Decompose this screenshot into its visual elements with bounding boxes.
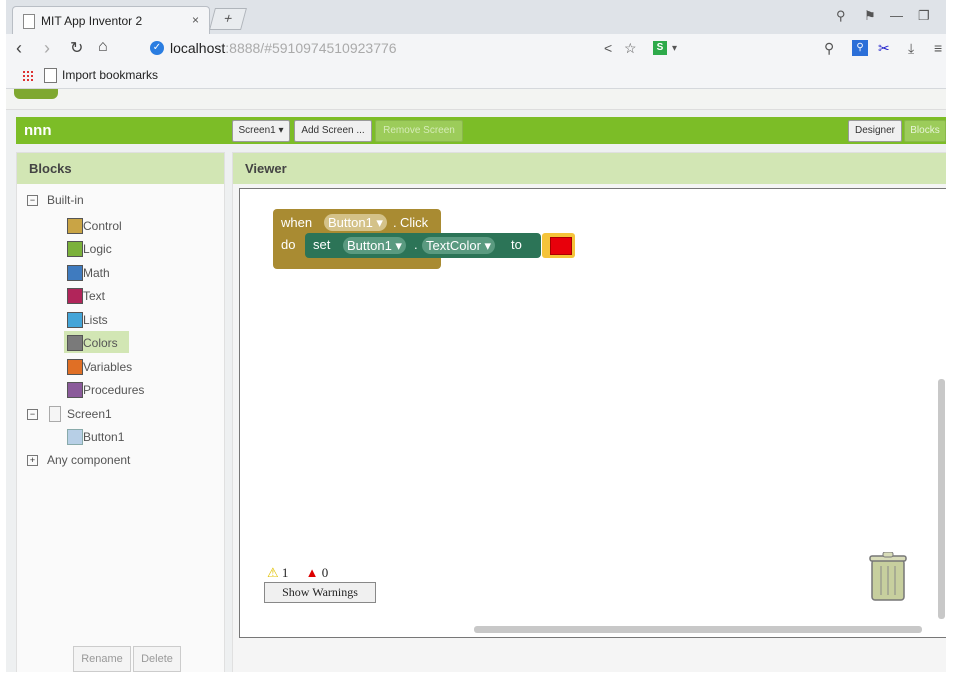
horizontal-scrollbar[interactable] (474, 626, 922, 633)
designer-button[interactable]: Designer (848, 120, 902, 142)
search-icon[interactable]: ⚲ (824, 40, 834, 57)
vertical-scrollbar[interactable] (938, 379, 945, 619)
red-color-swatch[interactable] (550, 237, 572, 255)
trash-can-icon[interactable] (868, 552, 908, 602)
bookmarks-bar: Import bookmarks (6, 64, 952, 89)
error-count: 0 (321, 565, 329, 580)
restore-icon[interactable]: ❐ (918, 8, 930, 24)
screen-dropdown[interactable]: Screen1 ▾ (232, 120, 290, 142)
project-toolbar: nnn Screen1 ▾ Add Screen ... Remove Scre… (16, 117, 952, 144)
browser-toolbar: ‹ › ↻ ⌂ ✓ localhost:8888/#59109745109237… (6, 34, 952, 64)
scissors-icon[interactable]: ✂ (878, 40, 890, 57)
screen1-label: Screen1 (67, 407, 112, 421)
tree-item-label: Math (83, 266, 110, 280)
close-tab-icon[interactable]: × (192, 13, 199, 27)
add-screen-button[interactable]: Add Screen ... (294, 120, 372, 142)
forward-icon[interactable]: › (44, 38, 50, 59)
search-tab-icon[interactable]: ⚲ (836, 8, 846, 24)
set-property-block[interactable]: set Button1 ▾ . TextColor ▾ to (305, 233, 541, 258)
blocks-workspace[interactable]: when Button1 ▾ . Click do set Button1 ▾ … (239, 188, 948, 638)
url-text: localhost:8888/#5910974510923776 (170, 40, 397, 56)
viewer-panel: Viewer when Button1 ▾ . Click do set But… (232, 152, 952, 686)
property-dropdown[interactable]: TextColor ▾ (422, 237, 496, 254)
show-warnings-button[interactable]: Show Warnings (264, 582, 376, 603)
delete-button[interactable]: Delete (133, 646, 181, 672)
when-label: when (281, 215, 313, 230)
url-host: localhost (170, 40, 226, 56)
colors-swatch-icon (67, 335, 83, 351)
warning-count: 1 (281, 565, 289, 580)
screen-icon (49, 406, 61, 422)
torn-edge-right (946, 0, 964, 692)
collapse-icon[interactable]: − (27, 409, 38, 420)
logic-swatch-icon (67, 241, 83, 257)
project-name: nnn (24, 122, 52, 139)
text-swatch-icon (67, 288, 83, 304)
tree-item-label: Text (83, 289, 106, 303)
control-swatch-icon (67, 218, 83, 234)
variables-swatch-icon (67, 359, 83, 375)
blocks-button[interactable]: Blocks (904, 120, 946, 142)
event-dot: . (393, 215, 397, 230)
bookmark-star-icon[interactable]: ☆ (624, 40, 637, 57)
button-icon (67, 429, 83, 445)
import-icon (44, 68, 57, 83)
address-bar[interactable]: ✓ localhost:8888/#5910974510923776 (150, 39, 850, 59)
event-component-dropdown[interactable]: Button1 ▾ (324, 214, 387, 231)
blocks-panel: Blocks − Built-in Control Logic Math Tex… (16, 152, 225, 684)
app-inventor-logo (14, 89, 58, 99)
tab-bar: MIT App Inventor 2 × + ⚲ ⚑ — ❐ (6, 0, 952, 35)
collapse-icon[interactable]: − (27, 195, 38, 206)
lists-swatch-icon (67, 312, 83, 328)
tree-item-label: Control (83, 219, 122, 233)
secure-check-icon: ✓ (150, 41, 164, 55)
procedures-swatch-icon (67, 382, 83, 398)
event-name: Click (400, 215, 429, 230)
set-dot: . (414, 237, 418, 252)
viewer-title: Viewer (233, 153, 952, 184)
extension-badge[interactable]: S (653, 41, 667, 55)
set-label: set (313, 237, 331, 252)
blocks-panel-title: Blocks (17, 153, 224, 184)
math-swatch-icon (67, 265, 83, 281)
error-icon: ▲ (305, 565, 319, 580)
color-block[interactable] (542, 233, 575, 258)
extension-dropdown-icon[interactable]: ▾ (672, 43, 677, 54)
pin-icon[interactable]: ⚑ (864, 8, 876, 24)
tree-item-label: Lists (83, 313, 108, 327)
reload-icon[interactable]: ↻ (70, 38, 83, 58)
rename-button[interactable]: Rename (73, 646, 131, 672)
app-header-strip (6, 89, 952, 110)
tree-item-label: Procedures (83, 383, 145, 397)
menu-icon[interactable]: ≡ (934, 40, 942, 56)
tree-item-label: Variables (83, 360, 133, 374)
warning-indicators: ⚠ 1 ▲ 0 (267, 565, 328, 581)
any-component-label: Any component (47, 453, 131, 467)
expand-icon[interactable]: + (27, 455, 38, 466)
download-icon[interactable]: ⤓ (908, 40, 914, 57)
home-icon[interactable]: ⌂ (98, 38, 108, 56)
warning-icon: ⚠ (267, 565, 279, 580)
set-component-dropdown[interactable]: Button1 ▾ (343, 237, 406, 254)
browser-tab[interactable]: MIT App Inventor 2 × (12, 6, 210, 35)
to-label: to (511, 237, 522, 252)
remove-screen-button[interactable]: Remove Screen (375, 120, 463, 142)
page-icon (23, 14, 35, 29)
new-tab-button[interactable]: + (209, 8, 247, 30)
apps-icon[interactable] (22, 70, 33, 81)
import-bookmarks-link[interactable]: Import bookmarks (62, 68, 158, 82)
tree-item-label: Colors (83, 336, 118, 350)
minimize-icon[interactable]: — (890, 8, 903, 23)
search-badge-icon[interactable]: ⚲ (852, 40, 868, 56)
button1-label: Button1 (83, 430, 125, 444)
back-icon[interactable]: ‹ (16, 38, 22, 59)
share-icon[interactable]: < (604, 40, 612, 56)
browser-window: MIT App Inventor 2 × + ⚲ ⚑ — ❐ ‹ › ↻ ⌂ ✓… (6, 0, 953, 686)
tab-title: MIT App Inventor 2 (41, 14, 143, 28)
url-path: :8888/#5910974510923776 (225, 40, 397, 56)
builtin-label: Built-in (47, 193, 84, 207)
tree-item-label: Logic (83, 242, 112, 256)
torn-edge-bottom (0, 672, 964, 692)
do-label: do (281, 237, 296, 252)
